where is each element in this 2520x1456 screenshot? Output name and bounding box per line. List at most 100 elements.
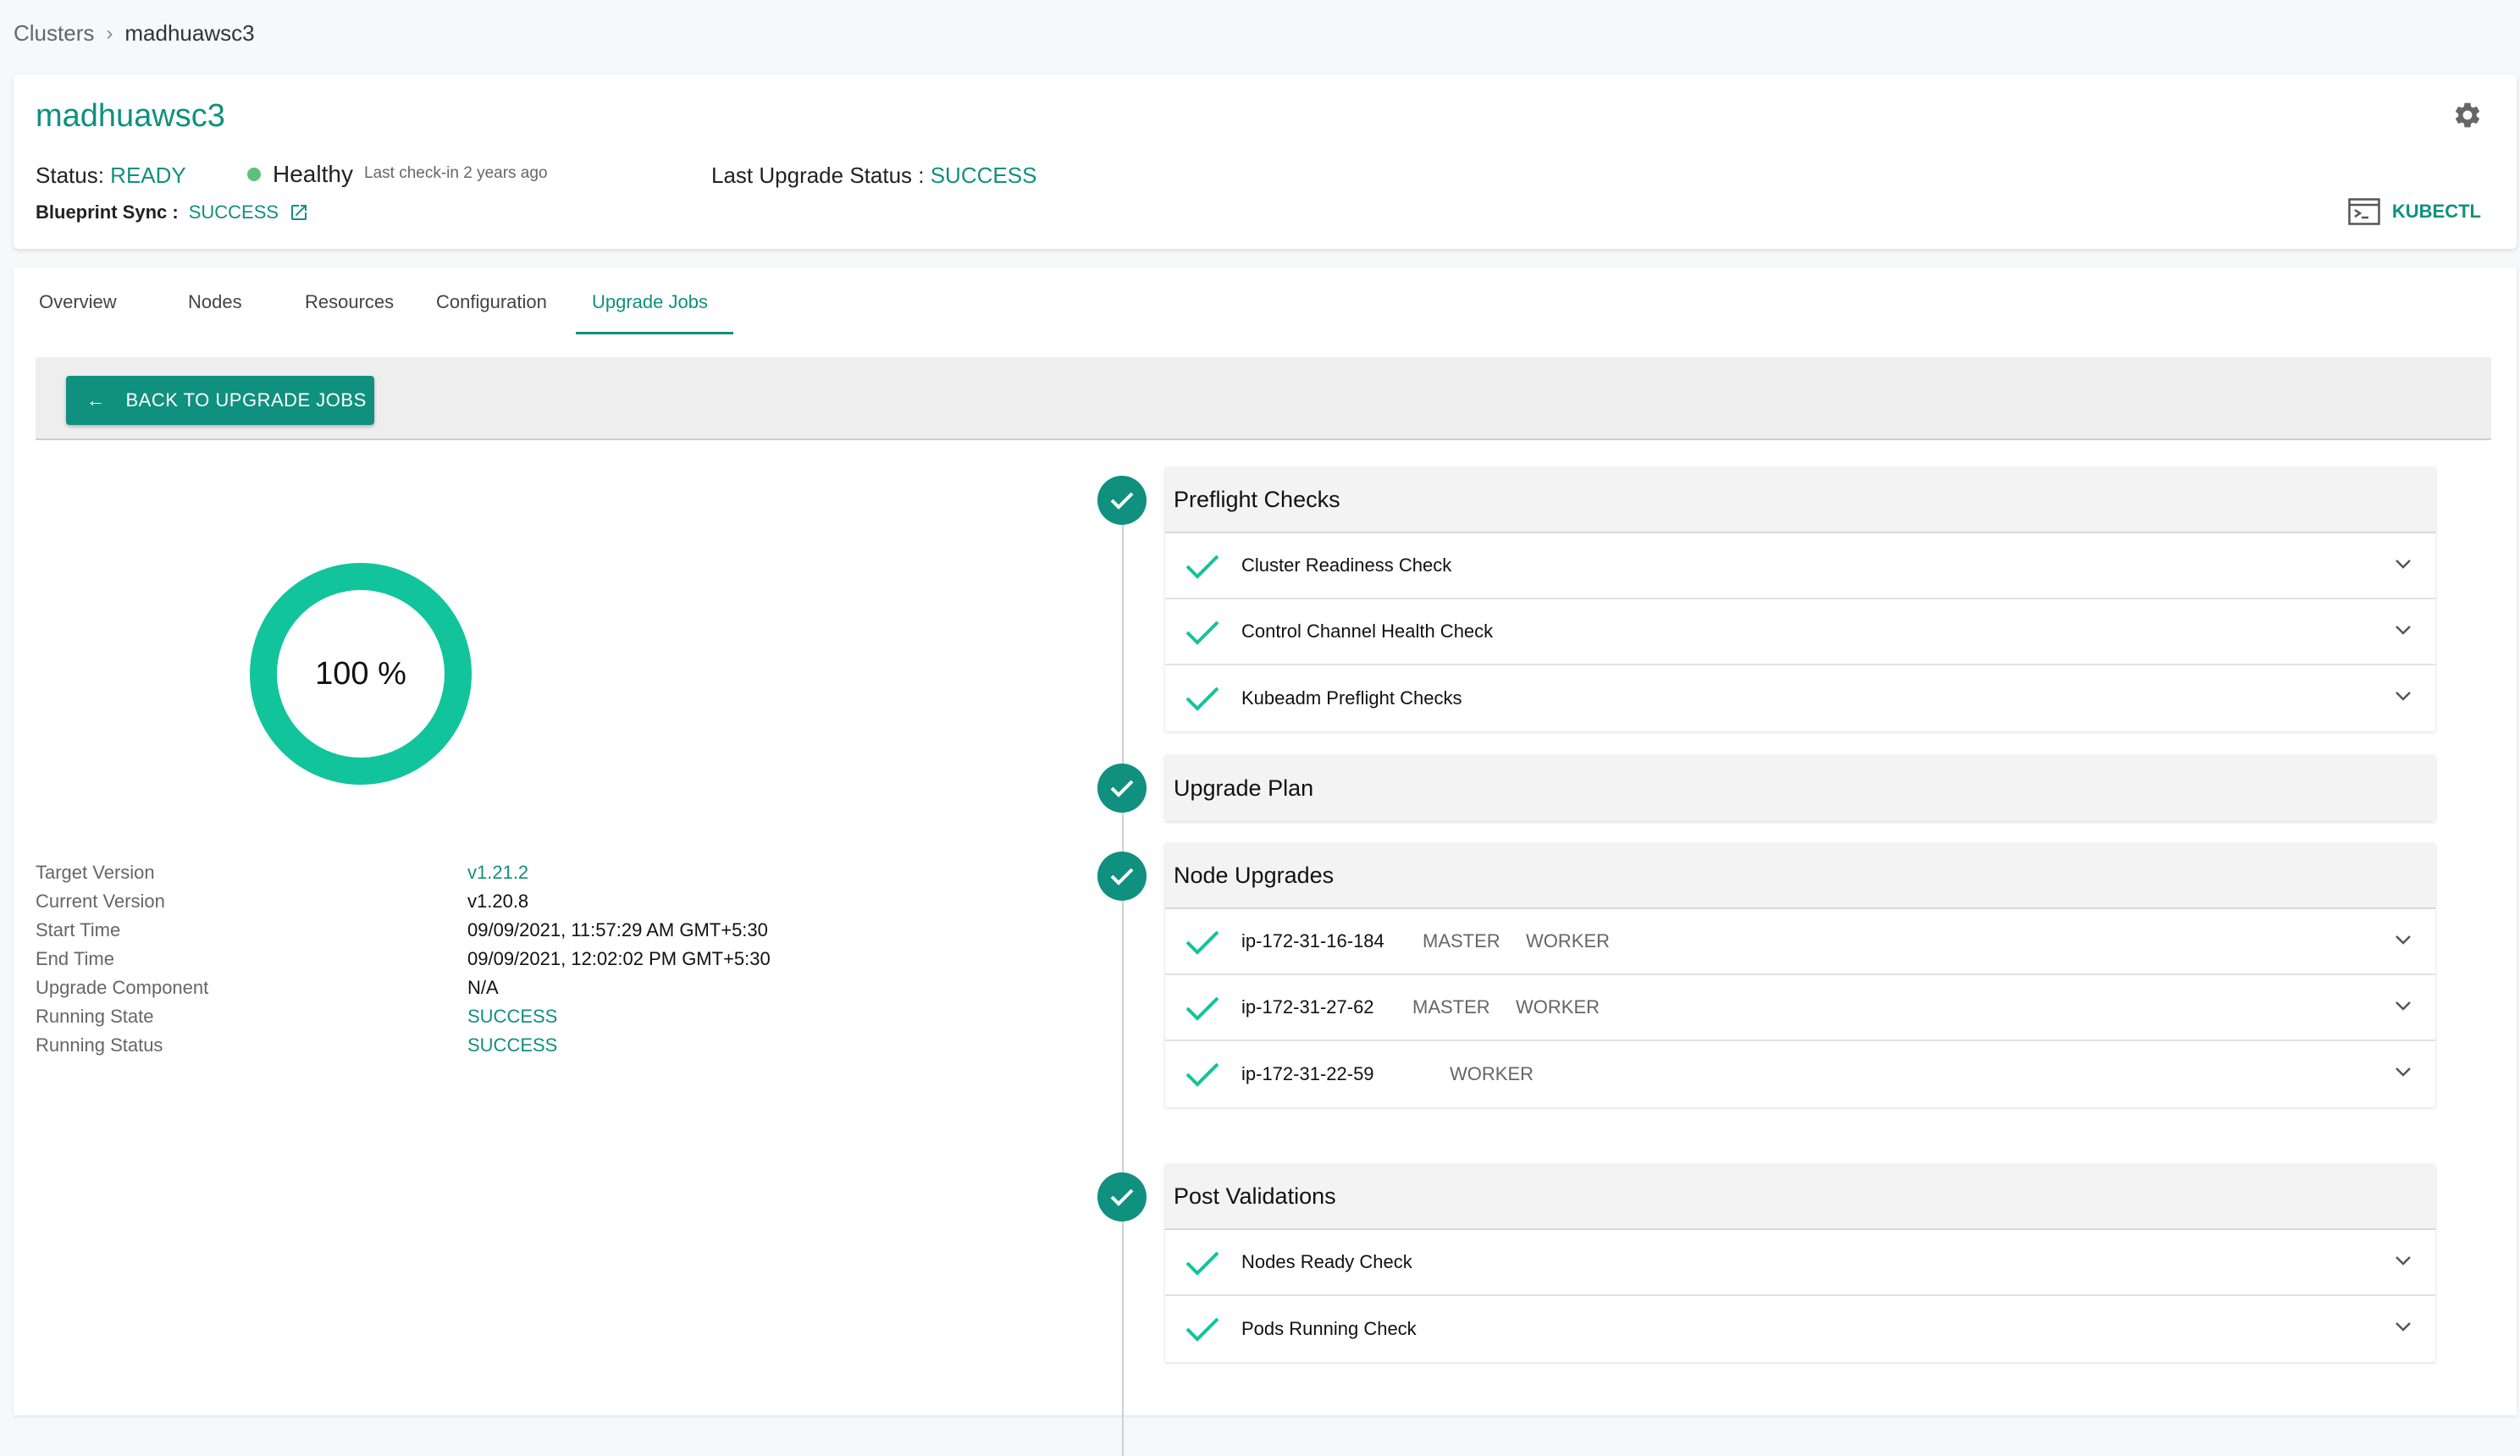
detail-row-upgrade-component: Upgrade Component N/A: [36, 977, 798, 1006]
chevron-down-icon[interactable]: [2395, 935, 2412, 946]
detail-value: v1.21.2: [467, 862, 529, 883]
node-role-master: MASTER: [1423, 930, 1500, 951]
tab-overview[interactable]: Overview: [39, 291, 117, 313]
post-validations-status-check-icon: [1097, 1172, 1147, 1222]
node-role-worker: WORKER: [1526, 930, 1610, 951]
timeline-connector: [1122, 498, 1124, 1456]
section-title: Preflight Checks: [1165, 467, 2435, 533]
detail-key: Start Time: [36, 919, 121, 940]
node-role-worker: WORKER: [1450, 1063, 1534, 1084]
cluster-name: madhuawsc3: [36, 98, 225, 134]
check-name: Pods Running Check: [1241, 1318, 1417, 1339]
list-item[interactable]: Kubeadm Preflight Checks: [1165, 665, 2435, 731]
breadcrumb-separator: ›: [106, 21, 113, 45]
tab-nodes[interactable]: Nodes: [188, 291, 242, 313]
active-tab-indicator: [576, 332, 733, 334]
section-title: Upgrade Plan: [1165, 755, 2435, 821]
last-upgrade-value: SUCCESS: [930, 163, 1037, 188]
chevron-down-icon[interactable]: [2395, 559, 2412, 571]
tab-resources[interactable]: Resources: [305, 291, 394, 313]
list-item[interactable]: Pods Running Check: [1165, 1296, 2435, 1362]
check-name: Kubeadm Preflight Checks: [1241, 687, 1462, 709]
chevron-down-icon[interactable]: [2395, 1255, 2412, 1267]
last-upgrade-label: Last Upgrade Status :: [711, 163, 925, 188]
section-title: Node Upgrades: [1165, 843, 2435, 909]
blueprint-sync-label: Blueprint Sync :: [36, 201, 179, 223]
detail-row-running-status: Running Status SUCCESS: [36, 1034, 798, 1063]
gear-icon[interactable]: [2452, 100, 2483, 130]
detail-value: 09/09/2021, 12:02:02 PM GMT+5:30: [467, 948, 771, 969]
check-icon: [1185, 1251, 1219, 1276]
check-icon: [1185, 996, 1219, 1021]
progress-percent: 100 %: [315, 655, 406, 692]
check-name: Control Channel Health Check: [1241, 620, 1494, 642]
chevron-down-icon[interactable]: [2395, 1001, 2412, 1012]
detail-row-start-time: Start Time 09/09/2021, 11:57:29 AM GMT+5…: [36, 919, 798, 948]
preflight-checks-section: Preflight Checks Cluster Readiness Check…: [1165, 467, 2435, 731]
node-name: ip-172-31-22-59: [1241, 1063, 1374, 1084]
last-upgrade-status: Last Upgrade Status : SUCCESS: [711, 163, 1036, 189]
list-item[interactable]: Cluster Readiness Check: [1165, 533, 2435, 599]
progress-ring: 100 %: [234, 547, 488, 801]
back-to-upgrade-jobs-button[interactable]: ← BACK TO UPGRADE JOBS: [66, 376, 374, 425]
cluster-header-card: madhuawsc3 Status: READY Healthy Last ch…: [14, 74, 2517, 249]
external-link-icon[interactable]: [289, 202, 309, 223]
detail-row-running-state: Running State SUCCESS: [36, 1006, 798, 1034]
check-icon: [1185, 1317, 1219, 1342]
tab-upgrade-jobs[interactable]: Upgrade Jobs: [592, 291, 708, 313]
check-name: Nodes Ready Check: [1241, 1251, 1412, 1272]
table-row[interactable]: ip-172-31-22-59 WORKER: [1165, 1041, 2435, 1107]
detail-key: Running Status: [36, 1034, 163, 1056]
detail-value: SUCCESS: [467, 1006, 558, 1027]
upgrade-job-detail-card: Overview Nodes Resources Configuration U…: [14, 267, 2517, 1456]
detail-key: End Time: [36, 948, 114, 969]
kubectl-label: KUBECTL: [2391, 201, 2481, 222]
toolbar: ← BACK TO UPGRADE JOBS: [36, 357, 2491, 440]
chevron-down-icon[interactable]: [2395, 1321, 2412, 1333]
node-upgrades-section: Node Upgrades ip-172-31-16-184 MASTER WO…: [1165, 843, 2435, 1107]
terminal-icon: [2348, 198, 2380, 225]
chevron-down-icon[interactable]: [2395, 1067, 2412, 1078]
breadcrumb-current: madhuawsc3: [124, 20, 255, 46]
tab-configuration[interactable]: Configuration: [436, 291, 547, 313]
check-icon: [1185, 930, 1219, 955]
preflight-status-check-icon: [1097, 476, 1147, 525]
chevron-down-icon[interactable]: [2395, 625, 2412, 637]
node-upgrades-status-check-icon: [1097, 852, 1147, 901]
detail-row-current-version: Current Version v1.20.8: [36, 891, 798, 919]
upgrade-plan-status-check-icon: [1097, 764, 1147, 813]
check-icon: [1185, 554, 1219, 579]
health-label: Healthy: [273, 161, 353, 187]
breadcrumb: Clusters › madhuawsc3: [14, 20, 255, 47]
arrow-left-icon: ←: [86, 389, 106, 411]
blueprint-sync: Blueprint Sync : SUCCESS: [36, 201, 309, 223]
post-validations-section: Post Validations Nodes Ready Check Pods …: [1165, 1164, 2435, 1362]
back-button-label: BACK TO UPGRADE JOBS: [125, 389, 367, 411]
check-name: Cluster Readiness Check: [1241, 554, 1452, 576]
breadcrumb-clusters-link[interactable]: Clusters: [14, 20, 94, 47]
detail-value: SUCCESS: [467, 1034, 558, 1056]
node-role-master: MASTER: [1412, 996, 1490, 1018]
detail-key: Upgrade Component: [36, 977, 209, 998]
node-name: ip-172-31-27-62: [1241, 996, 1374, 1018]
chevron-down-icon[interactable]: [2395, 691, 2412, 703]
status-label: Status:: [36, 163, 104, 188]
detail-key: Current Version: [36, 891, 165, 912]
cluster-status: Status: READY: [36, 163, 186, 189]
status-value: READY: [110, 163, 186, 188]
table-row[interactable]: ip-172-31-27-62 MASTER WORKER: [1165, 975, 2435, 1041]
detail-key: Running State: [36, 1006, 154, 1027]
list-item[interactable]: Nodes Ready Check: [1165, 1230, 2435, 1296]
kubectl-button[interactable]: KUBECTL: [2348, 198, 2481, 225]
check-icon: [1185, 620, 1219, 645]
check-icon: [1185, 1062, 1219, 1087]
detail-key: Target Version: [36, 862, 155, 883]
health-dot-icon: [247, 168, 261, 181]
table-row[interactable]: ip-172-31-16-184 MASTER WORKER: [1165, 909, 2435, 975]
health-indicator: Healthy: [247, 161, 353, 188]
detail-value: v1.20.8: [467, 891, 529, 912]
node-role-worker: WORKER: [1516, 996, 1600, 1018]
blueprint-sync-value: SUCCESS: [188, 201, 279, 223]
list-item[interactable]: Control Channel Health Check: [1165, 599, 2435, 665]
detail-row-target-version: Target Version v1.21.2: [36, 862, 798, 891]
